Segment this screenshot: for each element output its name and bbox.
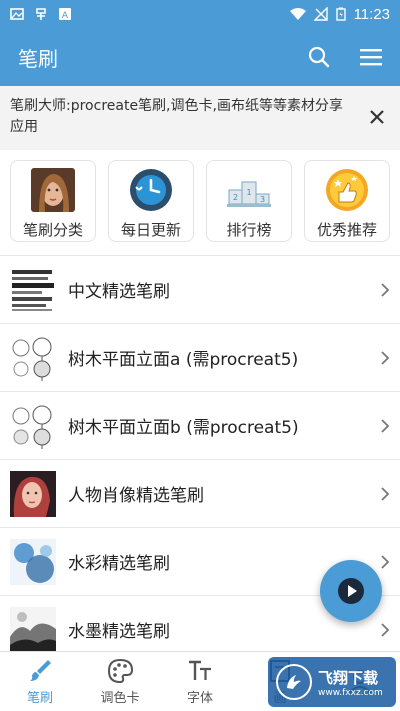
notice-text: 笔刷大师:procreate笔刷,调色卡,画布纸等等素材分享应用	[10, 98, 343, 135]
brush-icon	[30, 660, 51, 681]
quick-action-recommended[interactable]: 优秀推荐	[304, 160, 390, 242]
quick-action-ranking[interactable]: 12 3 排行榜	[206, 160, 292, 242]
svg-text:A: A	[62, 11, 69, 21]
portrait-photo-icon	[30, 167, 76, 213]
list-item-label: 中文精选笔刷	[68, 282, 170, 302]
ink-wash-thumb	[10, 606, 56, 653]
chevron-right-icon	[381, 554, 390, 569]
watercolor-thumb	[10, 538, 56, 585]
chevron-right-icon	[381, 622, 390, 637]
notice-banner: 笔刷大师:procreate笔刷,调色卡,画布纸等等素材分享应用	[0, 86, 400, 150]
nav-item-font[interactable]: 字体	[160, 652, 240, 711]
status-time: 11:23	[353, 5, 390, 23]
list-item[interactable]: 人物肖像精选笔刷	[0, 460, 400, 528]
watermark-title: 飞翔下载	[318, 668, 379, 687]
watermark-logo-icon	[276, 664, 312, 700]
chevron-right-icon	[381, 486, 390, 501]
svg-text:3: 3	[260, 195, 265, 204]
font-icon	[189, 660, 211, 680]
list-item[interactable]: 中文精选笔刷	[0, 256, 400, 324]
svg-text:1: 1	[246, 188, 251, 197]
tree-sketch-thumb	[10, 402, 56, 449]
no-signal-icon	[313, 7, 328, 21]
search-icon[interactable]	[308, 46, 330, 68]
app-bar: 笔刷	[0, 28, 400, 86]
status-bar: A 11:23	[0, 0, 400, 28]
list-item[interactable]: 树木平面立面b (需procreat5)	[0, 392, 400, 460]
watermark-url: www.fxxz.com	[318, 687, 383, 698]
wifi-icon	[289, 8, 306, 20]
image-icon	[10, 8, 24, 20]
portrait-thumb	[10, 470, 56, 517]
chevron-right-icon	[381, 350, 390, 365]
nav-item-palette[interactable]: 调色卡	[80, 652, 160, 711]
text-notification-icon: A	[59, 8, 71, 21]
play-fab-button[interactable]	[320, 560, 382, 622]
list-item-label: 水墨精选笔刷	[68, 622, 170, 642]
quick-action-brush-category[interactable]: 笔刷分类	[10, 160, 96, 242]
thumbs-up-badge-icon	[324, 167, 370, 213]
podium-icon: 12 3	[226, 167, 272, 213]
close-icon[interactable]	[368, 108, 386, 126]
quick-action-label: 笔刷分类	[22, 221, 83, 239]
menu-icon[interactable]	[360, 48, 382, 66]
quick-actions: 笔刷分类 每日更新 12 3 排行榜 优秀推荐	[0, 150, 400, 256]
app-notification-icon	[36, 8, 46, 20]
battery-icon	[335, 7, 346, 21]
chevron-right-icon	[381, 418, 390, 433]
nav-label: 字体	[186, 691, 213, 706]
play-icon	[338, 578, 364, 604]
list-item[interactable]: 树木平面立面a (需procreat5)	[0, 324, 400, 392]
nav-label: 笔刷	[26, 691, 53, 706]
list-item-label: 树木平面立面a (需procreat5)	[68, 350, 299, 370]
svg-text:2: 2	[233, 193, 238, 202]
chevron-right-icon	[381, 282, 390, 297]
quick-action-label: 优秀推荐	[316, 221, 377, 239]
list-item-label: 人物肖像精选笔刷	[68, 486, 204, 506]
tree-sketch-thumb	[10, 334, 56, 381]
page-title: 笔刷	[18, 46, 58, 71]
quick-action-label: 每日更新	[120, 221, 181, 239]
list-item-label: 树木平面立面b (需procreat5)	[68, 418, 299, 438]
quick-action-label: 排行榜	[226, 221, 272, 239]
clock-update-icon	[128, 167, 174, 213]
nav-label: 调色卡	[100, 691, 140, 706]
palette-icon	[107, 658, 134, 684]
brush-strokes-thumb	[10, 266, 56, 313]
quick-action-daily-update[interactable]: 每日更新	[108, 160, 194, 242]
watermark: 飞翔下载 www.fxxz.com	[268, 657, 396, 707]
nav-item-brush[interactable]: 笔刷	[0, 652, 80, 711]
